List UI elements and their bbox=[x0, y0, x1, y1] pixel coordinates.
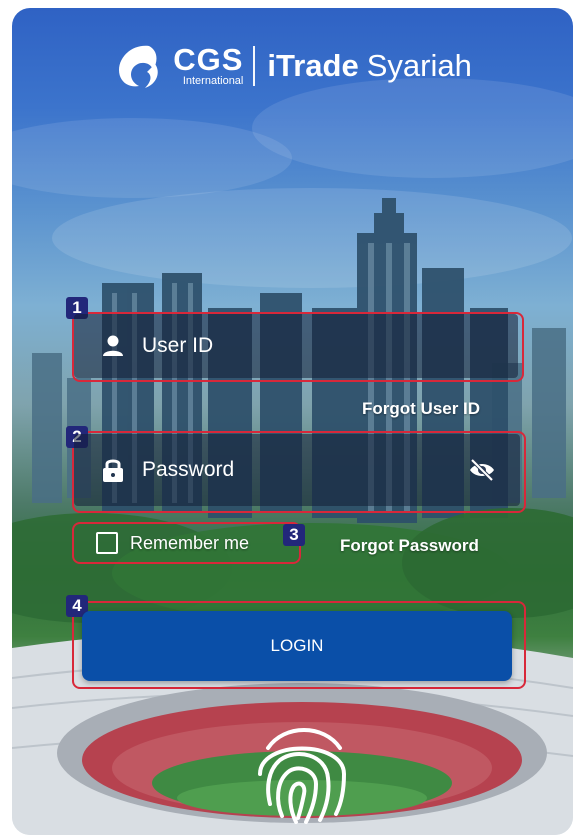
remember-me-checkbox[interactable] bbox=[96, 532, 118, 554]
badge-3: 3 bbox=[283, 524, 305, 546]
password-field[interactable] bbox=[74, 434, 520, 506]
forgot-user-id-link[interactable]: Forgot User ID bbox=[362, 399, 480, 419]
remember-me-label: Remember me bbox=[130, 532, 250, 553]
fingerprint-icon[interactable] bbox=[250, 718, 354, 828]
logo-divider bbox=[253, 46, 256, 86]
brand-product-bold: iTrade bbox=[267, 48, 359, 83]
brand-company-name: CGS bbox=[173, 42, 244, 77]
lock-icon bbox=[103, 459, 123, 482]
remember-me-toggle[interactable]: Remember me bbox=[96, 532, 249, 554]
forgot-password-link[interactable]: Forgot Password bbox=[340, 536, 479, 556]
person-icon bbox=[103, 335, 123, 356]
user-id-field[interactable] bbox=[74, 314, 518, 378]
password-input[interactable] bbox=[142, 458, 412, 482]
brand-company-sub: International bbox=[182, 75, 244, 87]
brand-logo: CGS International iTrade Syariah bbox=[12, 36, 573, 96]
city-stadium-background bbox=[12, 78, 573, 835]
login-screen: CGS International iTrade Syariah 1 2 3 4… bbox=[12, 8, 573, 835]
user-id-input[interactable] bbox=[142, 334, 412, 358]
brand-company: CGS International bbox=[173, 42, 244, 87]
cgs-swirl-icon bbox=[119, 45, 158, 88]
brand-product-light: Syariah bbox=[366, 48, 472, 83]
login-button[interactable]: LOGIN bbox=[82, 611, 512, 681]
eye-off-icon[interactable] bbox=[468, 458, 496, 482]
